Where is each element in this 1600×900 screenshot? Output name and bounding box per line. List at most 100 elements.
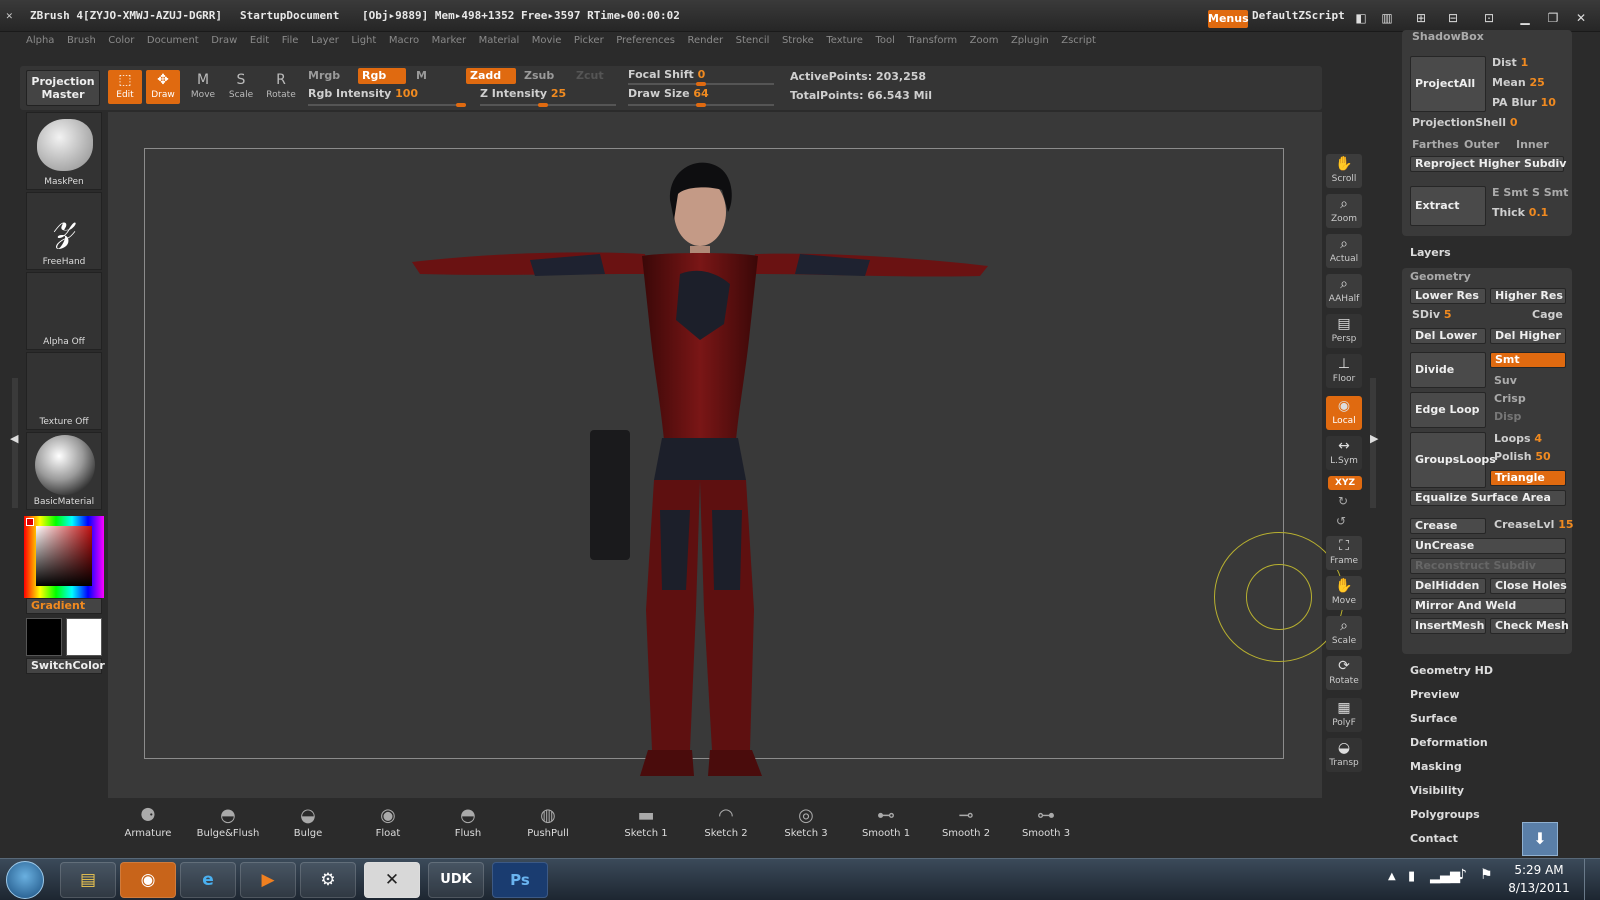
menu-marker[interactable]: Marker bbox=[432, 32, 467, 50]
show-desktop-button[interactable] bbox=[1584, 859, 1600, 900]
shadowbox-label[interactable]: ShadowBox bbox=[1412, 30, 1484, 43]
sdiv-slider[interactable]: SDiv 5 bbox=[1412, 308, 1452, 321]
masking-subpalette[interactable]: Masking bbox=[1410, 760, 1462, 773]
close-icon[interactable]: ✕ bbox=[1570, 10, 1592, 26]
expand-ui-icon[interactable]: ▥ bbox=[1376, 10, 1398, 26]
geometry-title[interactable]: Geometry bbox=[1410, 270, 1471, 283]
xyz-button[interactable]: XYZ bbox=[1328, 476, 1362, 490]
zadd-button[interactable]: Zadd bbox=[466, 68, 516, 84]
rotate-view-button[interactable]: ⟳ Rotate bbox=[1326, 656, 1362, 690]
move-view-button[interactable]: ✋ Move bbox=[1326, 576, 1362, 610]
action-center-flag-icon[interactable]: ⚑ bbox=[1480, 867, 1493, 883]
internet-explorer-taskbar-icon[interactable]: e bbox=[180, 862, 236, 898]
menu-picker[interactable]: Picker bbox=[574, 32, 604, 50]
suv-toggle[interactable]: Suv bbox=[1494, 374, 1517, 387]
menu-stroke[interactable]: Stroke bbox=[782, 32, 814, 50]
navigation-gyro-inner[interactable] bbox=[1246, 564, 1312, 630]
start-button-icon[interactable] bbox=[6, 861, 44, 899]
move-button[interactable]: M Move bbox=[186, 70, 220, 104]
del-lower-button[interactable]: Del Lower bbox=[1410, 328, 1486, 344]
uncrease-button[interactable]: UnCrease bbox=[1410, 538, 1566, 554]
reconstruct-subdiv-button[interactable]: Reconstruct Subdiv bbox=[1410, 558, 1566, 574]
s-smt-slider[interactable]: S Smt bbox=[1532, 186, 1568, 199]
brush-sketch-2[interactable]: ◠ Sketch 2 bbox=[688, 804, 764, 844]
equalize-surface-area-button[interactable]: Equalize Surface Area bbox=[1410, 490, 1566, 506]
alpha-slot[interactable]: Alpha Off bbox=[26, 272, 102, 350]
smt-toggle[interactable]: Smt bbox=[1490, 352, 1566, 368]
menu-render[interactable]: Render bbox=[688, 32, 724, 50]
zbrush-taskbar-icon[interactable]: ✕ bbox=[364, 862, 420, 898]
polish-slider[interactable]: Polish 50 bbox=[1494, 450, 1551, 463]
menu-color[interactable]: Color bbox=[108, 32, 134, 50]
polyf-button[interactable]: ▦ PolyF bbox=[1326, 698, 1362, 732]
triangle-toggle[interactable]: Triangle bbox=[1490, 470, 1566, 486]
menu-stencil[interactable]: Stencil bbox=[736, 32, 770, 50]
menu-draw[interactable]: Draw bbox=[211, 32, 237, 50]
brush-sketch-3[interactable]: ◎ Sketch 3 bbox=[768, 804, 844, 844]
menu-alpha[interactable]: Alpha bbox=[26, 32, 54, 50]
focal-shift-slider[interactable]: Focal Shift 0 bbox=[628, 68, 705, 81]
clock-date[interactable]: 8/13/2011 bbox=[1506, 881, 1572, 895]
secondary-color-swatch[interactable] bbox=[66, 618, 102, 656]
brush-smooth-1[interactable]: ⊷ Smooth 1 bbox=[848, 804, 924, 844]
mirror-and-weld-button[interactable]: Mirror And Weld bbox=[1410, 598, 1566, 614]
inner-button[interactable]: Inner bbox=[1516, 138, 1549, 151]
mrgb-button[interactable]: Mrgb bbox=[304, 68, 352, 84]
lock-icon[interactable]: ⊡ bbox=[1478, 10, 1500, 26]
rgb-button[interactable]: Rgb bbox=[358, 68, 406, 84]
switch-color-button[interactable]: SwitchColor bbox=[26, 658, 105, 674]
extract-button[interactable]: Extract bbox=[1410, 186, 1486, 226]
volume-icon[interactable]: ♪ bbox=[1458, 867, 1467, 883]
menu-zplugin[interactable]: Zplugin bbox=[1011, 32, 1049, 50]
default-zscript-button[interactable]: DefaultZScript bbox=[1252, 9, 1345, 22]
rotate-y-icon[interactable]: ↻ bbox=[1338, 494, 1348, 508]
surface-subpalette[interactable]: Surface bbox=[1410, 712, 1457, 725]
photoshop-taskbar-icon[interactable]: Ps bbox=[492, 862, 548, 898]
menu-tool[interactable]: Tool bbox=[875, 32, 894, 50]
e-smt-slider[interactable]: E Smt bbox=[1492, 186, 1528, 199]
higher-res-button[interactable]: Higher Res bbox=[1490, 288, 1566, 304]
pa-blur-slider[interactable]: PA Blur 10 bbox=[1492, 96, 1556, 109]
color-picker[interactable] bbox=[24, 516, 104, 598]
contact-subpalette[interactable]: Contact bbox=[1410, 832, 1458, 845]
lower-res-button[interactable]: Lower Res bbox=[1410, 288, 1486, 304]
focal-shift-knob[interactable] bbox=[696, 82, 706, 86]
floor-button[interactable]: ⊥ Floor bbox=[1326, 354, 1362, 388]
edit-button[interactable]: ⬚ Edit bbox=[108, 70, 142, 104]
draw-size-slider[interactable]: Draw Size 64 bbox=[628, 87, 709, 100]
disp-slider[interactable]: Disp bbox=[1494, 410, 1521, 423]
clock-time[interactable]: 5:29 AM bbox=[1506, 863, 1572, 877]
menu-layer[interactable]: Layer bbox=[311, 32, 339, 50]
thick-slider[interactable]: Thick 0.1 bbox=[1492, 206, 1548, 219]
menu-preferences[interactable]: Preferences bbox=[616, 32, 675, 50]
dist-slider[interactable]: Dist 1 bbox=[1492, 56, 1528, 69]
polygroups-subpalette[interactable]: Polygroups bbox=[1410, 808, 1480, 821]
menu-macro[interactable]: Macro bbox=[389, 32, 419, 50]
network-icon[interactable]: ▮ bbox=[1408, 869, 1415, 884]
rgb-intensity-knob[interactable] bbox=[456, 103, 466, 107]
local-button[interactable]: ◉ Local bbox=[1326, 396, 1362, 430]
shrink-ui-icon[interactable]: ◧ bbox=[1350, 10, 1372, 26]
lsym-button[interactable]: ↔ L.Sym bbox=[1326, 436, 1362, 470]
menu-texture[interactable]: Texture bbox=[826, 32, 863, 50]
material-slot[interactable]: BasicMaterial bbox=[26, 432, 102, 510]
projection-master-button[interactable]: Projection Master bbox=[26, 70, 100, 106]
menu-document[interactable]: Document bbox=[147, 32, 199, 50]
menu-movie[interactable]: Movie bbox=[532, 32, 562, 50]
saturation-square[interactable] bbox=[36, 526, 92, 586]
zcut-button[interactable]: Zcut bbox=[572, 68, 616, 84]
scale-button[interactable]: S Scale bbox=[224, 70, 258, 104]
persp-button[interactable]: ▤ Persp bbox=[1326, 314, 1362, 348]
download-arrow-icon[interactable]: ⬇ bbox=[1522, 822, 1558, 856]
main-color-swatch[interactable] bbox=[26, 618, 62, 656]
deformation-subpalette[interactable]: Deformation bbox=[1410, 736, 1488, 749]
transp-button[interactable]: ◒ Transp bbox=[1326, 738, 1362, 772]
menu-transform[interactable]: Transform bbox=[907, 32, 957, 50]
z-intensity-knob[interactable] bbox=[538, 103, 548, 107]
brush-bulge[interactable]: ◒ Bulge bbox=[270, 804, 346, 844]
draw-button[interactable]: ✥ Draw bbox=[146, 70, 180, 104]
reproject-higher-subdiv-button[interactable]: Reproject Higher Subdiv bbox=[1410, 156, 1566, 172]
gradient-button[interactable]: Gradient bbox=[26, 598, 102, 614]
preview-subpalette[interactable]: Preview bbox=[1410, 688, 1460, 701]
left-tray-arrow-icon[interactable]: ◀ bbox=[10, 432, 18, 445]
